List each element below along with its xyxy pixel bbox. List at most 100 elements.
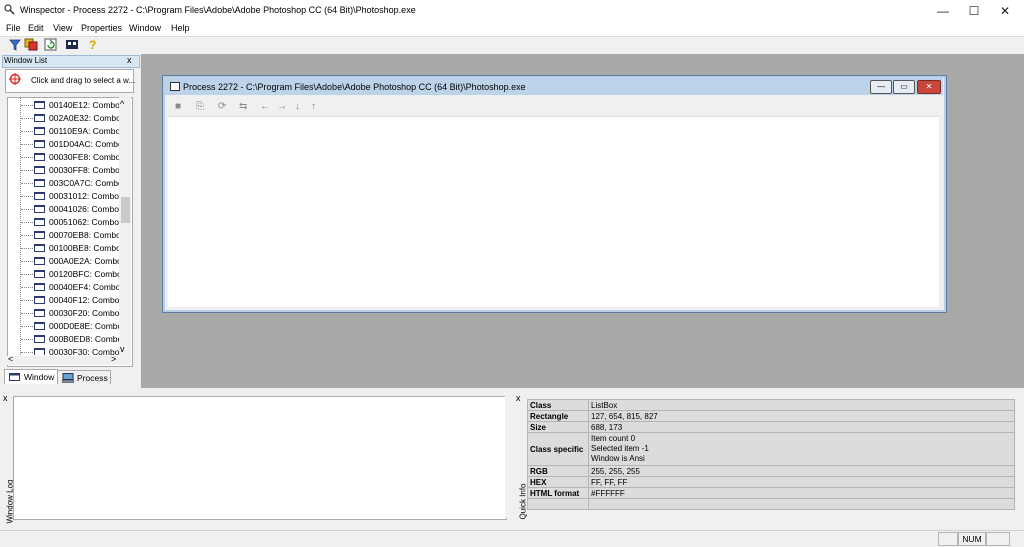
- menu-file[interactable]: File: [6, 23, 21, 33]
- crosshair-target-icon[interactable]: [9, 73, 21, 85]
- window-log-close-button[interactable]: x: [3, 393, 8, 403]
- tree-item[interactable]: 001D04AC: Combo: [7, 138, 119, 151]
- tree-item[interactable]: 00140E12: Combol: [7, 99, 119, 112]
- windows-icon[interactable]: [24, 38, 38, 51]
- quick-info-row: HTML format #FFFFFF: [527, 487, 1015, 499]
- quick-info-value-line: Item count 0: [591, 434, 636, 443]
- quick-info-row: HEX FF, FF, FF: [527, 476, 1015, 488]
- help-icon[interactable]: ?: [86, 38, 100, 52]
- window-list-close-button[interactable]: x: [127, 55, 132, 65]
- quick-info-key: Class specific: [527, 432, 589, 466]
- window-icon: [34, 218, 45, 226]
- tree-item[interactable]: 000A0E2A: Combo: [7, 255, 119, 268]
- status-num: NUM: [958, 532, 986, 546]
- tree-item-label: 002A0E32: Combo: [49, 113, 119, 123]
- tree-connector: [21, 196, 33, 197]
- window-icon: [34, 270, 45, 278]
- scroll-right-icon[interactable]: >: [111, 354, 116, 364]
- arrow-down-icon[interactable]: ↓: [295, 101, 300, 112]
- menu-window[interactable]: Window: [129, 23, 161, 33]
- tree-item-label: 00041026: Combol: [49, 204, 119, 214]
- menu-view[interactable]: View: [53, 23, 72, 33]
- quick-info-row: RGB 255, 255, 255: [527, 465, 1015, 477]
- quick-info-value: [588, 498, 1015, 510]
- tree-connector: [21, 131, 33, 132]
- refresh-icon[interactable]: ⟳: [218, 101, 226, 112]
- minimize-button[interactable]: —: [928, 0, 958, 22]
- child-content-area[interactable]: [168, 116, 939, 307]
- quick-info-value: Item count 0 Selected item -1 Window is An…: [588, 432, 1015, 466]
- tree-item[interactable]: 00070EB8: Combol: [7, 229, 119, 242]
- tree-connector: [21, 183, 33, 184]
- scroll-up-icon[interactable]: ^: [120, 99, 124, 109]
- tree-item[interactable]: 00110E9A: Combo: [7, 125, 119, 138]
- close-button[interactable]: ✕: [990, 0, 1020, 22]
- tree-item[interactable]: 00040F12: Combol: [7, 294, 119, 307]
- click-drag-label: Click and drag to select a w...: [31, 76, 136, 85]
- arrow-left-icon[interactable]: ←: [260, 101, 270, 112]
- tree-item[interactable]: 00031012: Combol: [7, 190, 119, 203]
- tree-connector: [21, 326, 33, 327]
- tree-item-label: 00031012: Combol: [49, 191, 119, 201]
- tab-process[interactable]: Process: [57, 370, 111, 384]
- quick-info-table: Class ListBox Rectangle 127, 654, 815, 827 S…: [527, 399, 1015, 510]
- tree-item-label: 00140E12: Combol: [49, 100, 119, 110]
- find-window-icon[interactable]: [65, 38, 79, 51]
- child-minimize-button[interactable]: —: [870, 80, 892, 94]
- quick-info-row: Class specific Item count 0 Selected item …: [527, 432, 1015, 466]
- quick-info-key: Size: [527, 421, 589, 433]
- tree-vertical-scrollbar[interactable]: [119, 97, 131, 357]
- window-icon: [34, 231, 45, 239]
- quick-info-close-button[interactable]: x: [516, 393, 521, 403]
- quick-info-key: RGB: [527, 465, 589, 477]
- scroll-down-icon[interactable]: v: [120, 344, 125, 354]
- tab-window[interactable]: Window: [4, 369, 58, 384]
- tree-item[interactable]: 00041026: Combol: [7, 203, 119, 216]
- child-close-button[interactable]: ✕: [917, 80, 941, 94]
- tree-connector: [21, 222, 33, 223]
- tree-item[interactable]: 000D0E8E: Combo: [7, 320, 119, 333]
- tree-item-label: 00030FE8: Combol: [49, 152, 119, 162]
- arrow-right-icon[interactable]: →: [277, 101, 287, 112]
- quick-info-value: 127, 654, 815, 827: [588, 410, 1015, 422]
- tree-connector: [21, 352, 33, 353]
- tree-item[interactable]: 00120BFC: Combol: [7, 268, 119, 281]
- stop-icon[interactable]: ■: [175, 101, 181, 112]
- scroll-left-icon[interactable]: <: [8, 354, 13, 364]
- tree-item[interactable]: 000B0ED8: Combo: [7, 333, 119, 346]
- tree-item[interactable]: 00040EF4: Combol: [7, 281, 119, 294]
- tree-item[interactable]: 00100BE8: Combol: [7, 242, 119, 255]
- quick-info-value-line: Window is Ansi: [591, 454, 645, 463]
- tree-item[interactable]: 003C0A7C: Combo: [7, 177, 119, 190]
- arrow-up-icon[interactable]: ↑: [311, 101, 316, 112]
- tree-item[interactable]: 00030F30: Combol: [7, 346, 119, 355]
- copy-icon[interactable]: ⎘: [196, 101, 204, 112]
- child-restore-button[interactable]: ▭: [893, 80, 915, 94]
- swap-icon[interactable]: ⇆: [239, 101, 247, 112]
- window-icon: [34, 179, 45, 187]
- tree-connector: [21, 248, 33, 249]
- maximize-button[interactable]: ☐: [959, 0, 989, 22]
- menu-properties[interactable]: Properties: [81, 23, 122, 33]
- tree-connector: [21, 209, 33, 210]
- menu-help[interactable]: Help: [171, 23, 190, 33]
- tree-item-label: 000D0E8E: Combo: [49, 321, 119, 331]
- tree-item[interactable]: 00030F20: Combol: [7, 307, 119, 320]
- tree-item-label: 000A0E2A: Combo: [49, 256, 119, 266]
- menu-edit[interactable]: Edit: [28, 23, 44, 33]
- window-icon: [34, 257, 45, 265]
- tab-window-label: Window: [24, 372, 55, 382]
- tree-item[interactable]: 00030FE8: Combol: [7, 151, 119, 164]
- window-log-scrollbar[interactable]: [505, 396, 511, 518]
- quick-info-key: Rectangle: [527, 410, 589, 422]
- filter-icon[interactable]: [8, 38, 22, 51]
- tree-item[interactable]: 002A0E32: Combo: [7, 112, 119, 125]
- tree-scroll-thumb[interactable]: [121, 197, 130, 223]
- refresh-icon[interactable]: [44, 38, 58, 51]
- tree-item[interactable]: 00051062: Combol: [7, 216, 119, 229]
- child-window-icon: [170, 82, 180, 91]
- quick-info-value: FF, FF, FF: [588, 476, 1015, 488]
- tree-item[interactable]: 00030FF8: Combol: [7, 164, 119, 177]
- window-log-output[interactable]: [13, 396, 507, 520]
- tree-connector: [21, 300, 33, 301]
